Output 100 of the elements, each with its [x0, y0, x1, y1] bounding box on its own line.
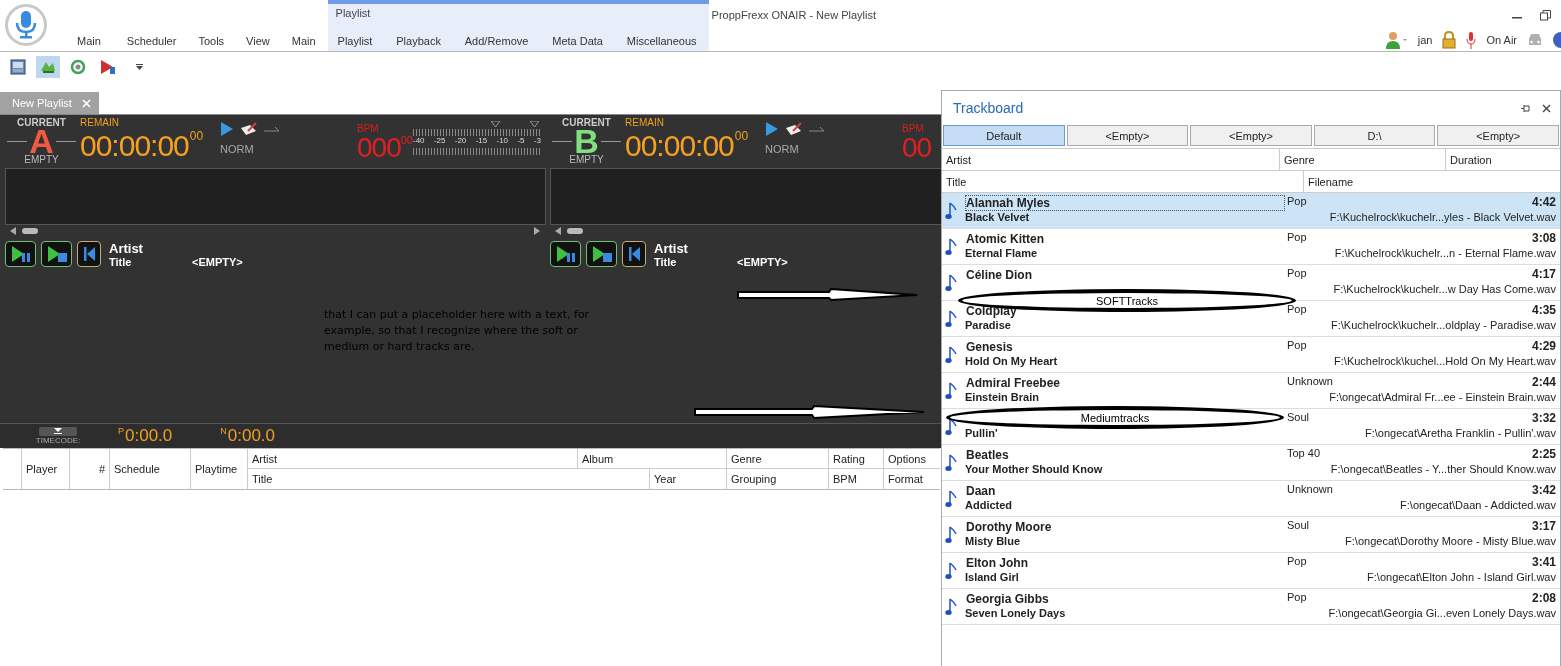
- title-value: <EMPTY>: [192, 256, 243, 268]
- duration-text: 2:25: [1530, 446, 1556, 463]
- duration-text: 4:35: [1530, 302, 1556, 319]
- column-header[interactable]: Player: [22, 449, 70, 489]
- bpm-label: BPM: [902, 123, 925, 134]
- trackboard-tab[interactable]: Default: [943, 125, 1065, 146]
- column-header[interactable]: Filename: [1304, 171, 1560, 192]
- on-air-label[interactable]: On Air: [1486, 34, 1517, 46]
- column-header[interactable]: Year: [650, 469, 727, 489]
- genre-text: Pop: [1286, 194, 1308, 209]
- bpm-value: 00: [902, 134, 932, 162]
- duration-text: 3:41: [1530, 554, 1556, 571]
- timecode-label: TIMECODE:: [35, 435, 81, 446]
- column-header[interactable]: Duration: [1446, 149, 1560, 170]
- genre-text: Pop: [1286, 302, 1308, 317]
- artist-name: Beatles: [966, 447, 1009, 462]
- column-header[interactable]: Format: [884, 469, 940, 489]
- track-title: Einstein Brain: [965, 390, 1039, 403]
- bpm-label: BPM: [357, 123, 380, 134]
- column-header[interactable]: Genre: [1280, 149, 1446, 170]
- remaining-time: 00:00:00: [625, 129, 734, 163]
- track-title: Black Velvet: [965, 210, 1030, 223]
- current-label: CURRENT: [17, 117, 66, 128]
- next-time: $^{N}$ 0:00.0: [220, 426, 276, 446]
- trackboard-tab[interactable]: <Empty>: [1066, 125, 1189, 146]
- file-path: F:\Kuchelrock\kuchel...Hold On My Heart.wav: [1333, 354, 1556, 369]
- artist-name: Daan: [966, 483, 996, 498]
- menu-tab[interactable]: Main: [281, 33, 326, 51]
- file-path: F:\ongecat\Dorothy Moore - Misty Blue.wav: [1344, 534, 1556, 549]
- track-row[interactable]: Daan Unknown 3:42 Addicted F:\ongecat\Daan - Addicted.wav: [942, 481, 1560, 517]
- trackboard-tab[interactable]: D:\: [1313, 125, 1436, 146]
- column-header[interactable]: Title: [942, 171, 1304, 192]
- file-path: F:\Kuchelrock\kuchelr...oldplay - Paradise.wav: [1330, 318, 1556, 333]
- file-path: F:\ongecat\Georgia Gi...even Lonely Days.wav: [1327, 606, 1556, 621]
- menu-tab[interactable]: Add/Remove: [455, 33, 529, 51]
- column-header[interactable]: Artist: [942, 149, 1280, 170]
- meter-tick-label: -3: [533, 136, 541, 146]
- track-title: Addicted: [965, 498, 1013, 511]
- genre-text: Unknown: [1286, 482, 1334, 497]
- menu-tab[interactable]: Tools: [188, 33, 235, 51]
- column-header[interactable]: Rating: [829, 449, 884, 469]
- genre-text: Pop: [1286, 266, 1308, 281]
- title-label: Title: [654, 256, 678, 268]
- menu-tab[interactable]: Main: [69, 33, 115, 51]
- duration-text: 3:17: [1530, 518, 1556, 535]
- genre-text: Pop: [1286, 554, 1308, 569]
- trackboard-tab[interactable]: <Empty>: [1437, 125, 1559, 146]
- track-title: Seven Lonely Days: [965, 606, 1066, 619]
- menu-tab[interactable]: Playlist: [328, 33, 373, 51]
- bpm-fraction: 00: [400, 134, 413, 146]
- track-title: Pullin': [965, 426, 998, 439]
- track-row[interactable]: Genesis Pop 4:29 Hold On My Heart F:\Kuchelrock\kuchel...Hold On My Heart.wav: [942, 337, 1560, 373]
- duration-text: 4:29: [1530, 338, 1556, 355]
- mode-label: NORM: [220, 143, 255, 155]
- track-row[interactable]: Dorothy Moore Soul 3:17 Misty Blue F:\ongecat\Dorothy Moore - Misty Blue.wav: [942, 517, 1560, 553]
- artist-name: Atomic Kitten: [966, 231, 1044, 246]
- column-header[interactable]: Artist: [248, 449, 578, 469]
- artist-name: Alannah Myles: [966, 195, 1051, 210]
- genre-text: Soul: [1286, 410, 1311, 425]
- track-title: Paradise: [965, 318, 1011, 331]
- ellipse-callout: Mediumtracks: [946, 406, 1284, 429]
- deck-letter: B: [574, 128, 599, 154]
- meter-tick-label: -10: [496, 136, 509, 146]
- column-header[interactable]: #: [70, 449, 110, 489]
- file-path: F:\Kuchelrock\kuchelr...n - Eternal Flame.wav: [1333, 246, 1556, 261]
- column-header[interactable]: Schedule: [110, 449, 191, 489]
- column-header[interactable]: BPM: [829, 469, 884, 489]
- column-header[interactable]: Playtime: [191, 449, 248, 489]
- duration-text: 4:42: [1530, 194, 1556, 211]
- column-header[interactable]: Genre: [727, 449, 829, 469]
- artist-name: Dorothy Moore: [966, 519, 1052, 534]
- column-header[interactable]: Title: [248, 469, 650, 489]
- panel-title: Trackboard: [953, 100, 1024, 116]
- meter-tick-label: -5: [517, 136, 525, 146]
- artist-name: Coldplay: [966, 303, 1017, 318]
- track-row[interactable]: Alannah Myles Pop 4:42 Black Velvet F:\Kuchelrock\kuchelr...yles - Black Velvet.wav: [942, 193, 1560, 229]
- bpm-value: 000: [357, 134, 401, 162]
- duration-text: 3:42: [1530, 482, 1556, 499]
- meter-tick-label: -25: [433, 136, 446, 146]
- trackboard-tab[interactable]: <Empty>: [1190, 125, 1312, 146]
- track-row[interactable]: Beatles Top 40 2:25 Your Mother Should Know F:\ongecat\Beatles - Y...ther Should Know.wav: [942, 445, 1560, 481]
- track-row[interactable]: Atomic Kitten Pop 3:08 Eternal Flame F:\Kuchelrock\kuchelr...n - Eternal Flame.wav: [942, 229, 1560, 265]
- track-title: Misty Blue: [965, 534, 1020, 547]
- menu-tab[interactable]: Miscellaneous: [617, 33, 697, 51]
- column-header[interactable]: Album: [578, 449, 727, 469]
- track-row[interactable]: Georgia Gibbs Pop 2:08 Seven Lonely Days F:\ongecat\Georgia Gi...even Lonely Days.wav: [942, 589, 1560, 625]
- track-title: Your Mother Should Know: [965, 462, 1103, 475]
- track-row[interactable]: Elton John Pop 3:41 Island Girl F:\ongecat\Elton John - Island Girl.wav: [942, 553, 1560, 589]
- meter-tick-label: -40: [413, 136, 425, 145]
- meter-tick-label: -20: [454, 136, 467, 146]
- artist-name: Admiral Freebee: [966, 375, 1061, 390]
- menu-tab[interactable]: Meta Data: [543, 33, 603, 51]
- duration-text: 2:44: [1530, 374, 1556, 391]
- genre-text: Unknown: [1286, 374, 1334, 389]
- column-header[interactable]: Options: [884, 449, 940, 469]
- meter-tick-label: -15: [475, 136, 488, 146]
- menu-tab[interactable]: View: [236, 33, 280, 51]
- column-header[interactable]: Grouping: [727, 469, 829, 489]
- menu-tab[interactable]: Playback: [387, 33, 441, 51]
- menu-tab[interactable]: Scheduler: [116, 33, 187, 51]
